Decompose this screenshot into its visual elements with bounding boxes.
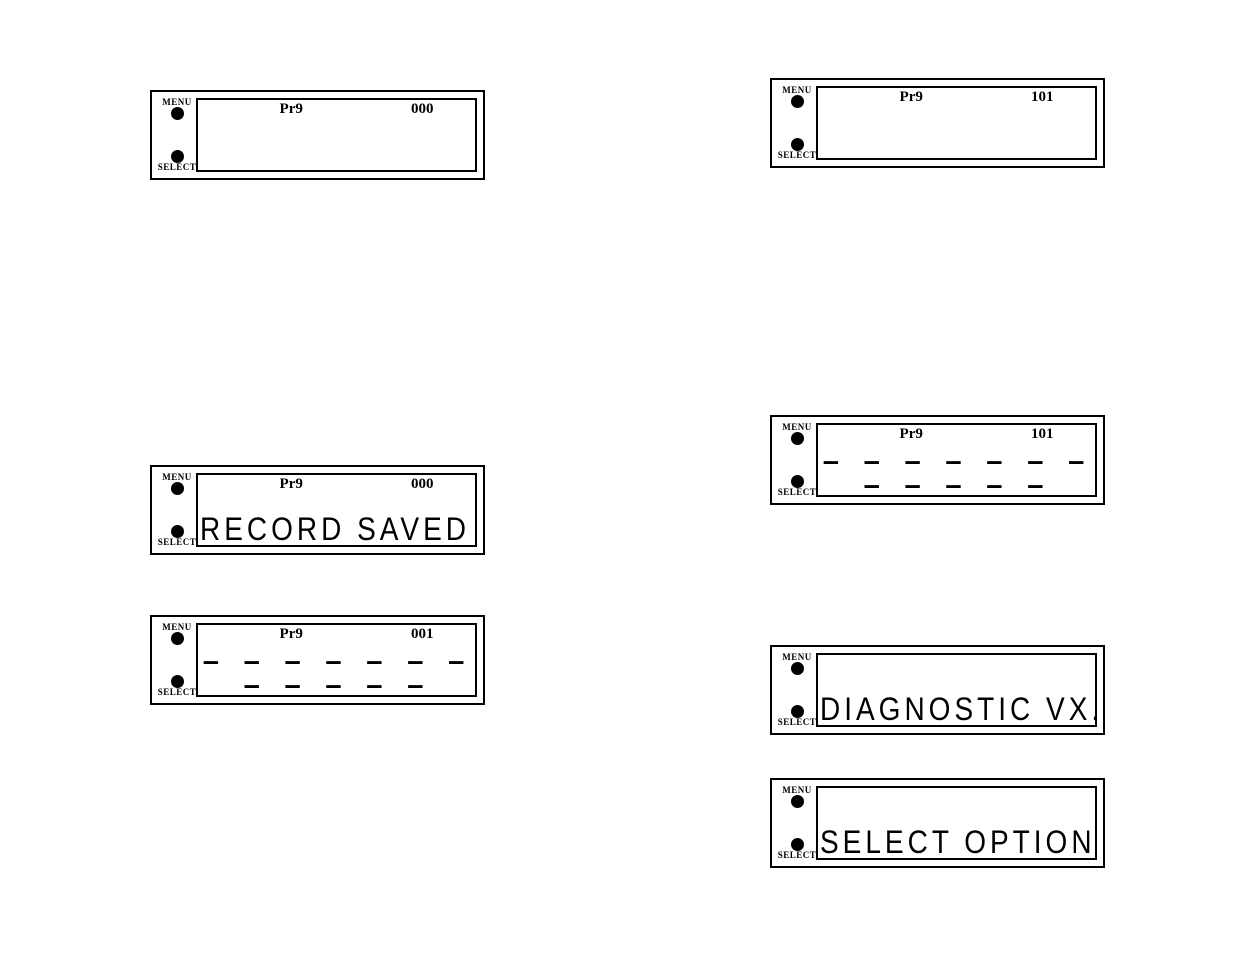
panel-side: MENU SELECT [776,421,818,499]
page: MENU SELECT Pr9 000 MENU [0,0,1235,954]
panel-frame: MENU SELECT DIAGNOSTIC VX.X [770,645,1105,735]
lcd-line-2: DIAGNOSTIC VX.X [818,691,1095,727]
lcd-line-1: Pr9 101 [818,89,1095,109]
lcd-panel-7: MENU SELECT SELECT OPTIONS: [770,778,1105,868]
select-label: SELECT [778,718,817,727]
lcd-screen: DIAGNOSTIC VX.X [816,653,1097,727]
lcd-screen: Pr9 101 [816,86,1097,160]
panel-side: MENU SELECT [156,471,198,549]
lcd-panel-2: MENU SELECT Pr9 000 RECORD SAVED . . . [150,465,485,555]
select-label: SELECT [158,688,197,697]
lcd-screen: Pr9 000 [196,98,477,172]
prg-label: Pr9 [900,89,923,106]
select-label: SELECT [778,151,817,160]
menu-label: MENU [782,86,812,95]
select-label: SELECT [778,488,817,497]
panel-frame: MENU SELECT Pr9 101 [770,78,1105,168]
menu-button-icon[interactable] [791,795,804,808]
lcd-line-1: Pr9 001 [198,626,475,646]
menu-label: MENU [162,473,192,482]
select-label: SELECT [158,163,197,172]
menu-button-icon[interactable] [171,632,184,645]
lcd-panel-1: MENU SELECT Pr9 000 [150,90,485,180]
lcd-screen: SELECT OPTIONS: [816,786,1097,860]
lcd-dashes: – – – – – – – – – – – – [818,449,1095,497]
lcd-dashes: – – – – – – – – – – – – [198,649,475,697]
menu-button-icon[interactable] [791,662,804,675]
menu-label: MENU [782,653,812,662]
prg-label: Pr9 [280,476,303,493]
prg-number: 001 [411,626,434,643]
menu-label: MENU [782,423,812,432]
select-label: SELECT [778,851,817,860]
panel-side: MENU SELECT [156,621,198,699]
menu-button-icon[interactable] [791,432,804,445]
menu-label: MENU [782,786,812,795]
panel-side: MENU SELECT [776,784,818,862]
lcd-line-1: Pr9 000 [198,476,475,496]
prg-number: 000 [411,101,434,118]
panel-side: MENU SELECT [776,651,818,729]
panel-frame: MENU SELECT Pr9 101 – – – – – – – – – – … [770,415,1105,505]
lcd-panel-4: MENU SELECT Pr9 101 [770,78,1105,168]
prg-number: 000 [411,476,434,493]
panel-side: MENU SELECT [156,96,198,174]
panel-frame: MENU SELECT Pr9 000 RECORD SAVED . . . [150,465,485,555]
lcd-line-2: SELECT OPTIONS: [818,824,1095,860]
select-label: SELECT [158,538,197,547]
panel-frame: MENU SELECT Pr9 000 [150,90,485,180]
lcd-screen: Pr9 001 – – – – – – – – – – – – [196,623,477,697]
lcd-line-1: Pr9 000 [198,101,475,121]
panel-side: MENU SELECT [776,84,818,162]
lcd-panel-3: MENU SELECT Pr9 001 – – – – – – – – – – … [150,615,485,705]
prg-label: Pr9 [280,101,303,118]
lcd-line-1: Pr9 101 [818,426,1095,446]
panel-frame: MENU SELECT Pr9 001 – – – – – – – – – – … [150,615,485,705]
menu-button-icon[interactable] [171,107,184,120]
prg-number: 101 [1031,89,1054,106]
lcd-screen: Pr9 000 RECORD SAVED . . . [196,473,477,547]
prg-number: 101 [1031,426,1054,443]
lcd-panel-6: MENU SELECT DIAGNOSTIC VX.X [770,645,1105,735]
prg-label: Pr9 [280,626,303,643]
menu-button-icon[interactable] [791,95,804,108]
menu-label: MENU [162,98,192,107]
prg-label: Pr9 [900,426,923,443]
lcd-panel-5: MENU SELECT Pr9 101 – – – – – – – – – – … [770,415,1105,505]
lcd-line-2: RECORD SAVED . . . [198,511,475,547]
panel-frame: MENU SELECT SELECT OPTIONS: [770,778,1105,868]
menu-button-icon[interactable] [171,482,184,495]
menu-label: MENU [162,623,192,632]
lcd-screen: Pr9 101 – – – – – – – – – – – – [816,423,1097,497]
